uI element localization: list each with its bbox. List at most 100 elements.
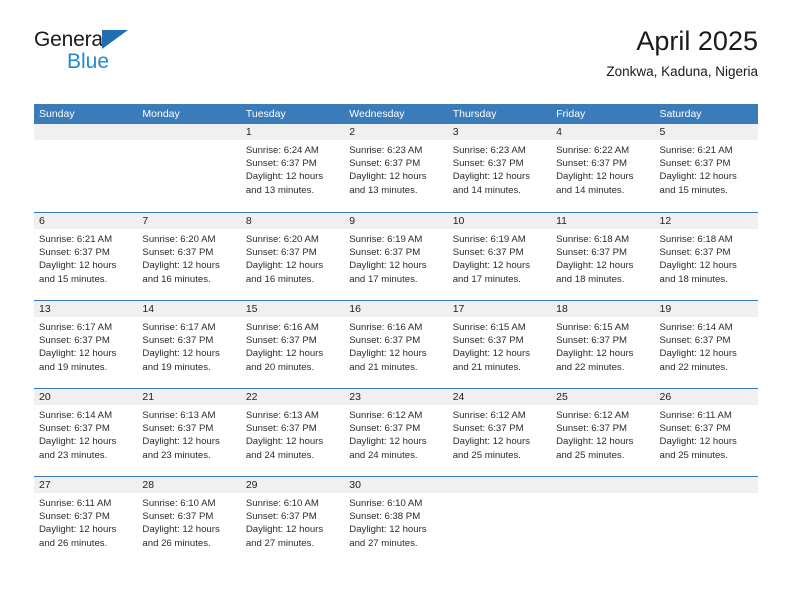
- day-cell[interactable]: 15 Sunrise: 6:16 AM Sunset: 6:37 PM Dayl…: [240, 301, 345, 388]
- weekday-header-friday: Friday: [556, 108, 586, 120]
- day-cell[interactable]: 11 Sunrise: 6:18 AM Sunset: 6:37 PM Dayl…: [551, 213, 655, 300]
- day-cell[interactable]: 3 Sunrise: 6:23 AM Sunset: 6:37 PM Dayli…: [447, 124, 552, 212]
- day-cell[interactable]: 21 Sunrise: 6:13 AM Sunset: 6:37 PM Dayl…: [137, 389, 241, 476]
- day-cell[interactable]: 30 Sunrise: 6:10 AM Sunset: 6:38 PM Dayl…: [344, 477, 448, 564]
- daylight-text-line1: Daylight: 12 hours: [659, 436, 737, 448]
- day-cell[interactable]: 26 Sunrise: 6:11 AM Sunset: 6:37 PM Dayl…: [654, 389, 758, 476]
- day-number: 6: [39, 215, 45, 227]
- day-cell[interactable]: [654, 477, 758, 564]
- day-details: Sunrise: 6:15 AM Sunset: 6:37 PM Dayligh…: [551, 317, 654, 374]
- day-details: Sunrise: 6:11 AM Sunset: 6:37 PM Dayligh…: [34, 493, 137, 550]
- day-details: Sunrise: 6:10 AM Sunset: 6:37 PM Dayligh…: [241, 493, 344, 550]
- day-cell[interactable]: 19 Sunrise: 6:14 AM Sunset: 6:37 PM Dayl…: [654, 301, 758, 388]
- sunrise-text: Sunrise: 6:21 AM: [39, 234, 113, 245]
- daylight-text-line2: and 25 minutes.: [556, 449, 625, 461]
- day-cell[interactable]: 28 Sunrise: 6:10 AM Sunset: 6:37 PM Dayl…: [137, 477, 241, 564]
- day-details: Sunrise: 6:18 AM Sunset: 6:37 PM Dayligh…: [655, 229, 758, 286]
- day-cell[interactable]: 5 Sunrise: 6:21 AM Sunset: 6:37 PM Dayli…: [654, 124, 758, 212]
- day-cell[interactable]: 4 Sunrise: 6:22 AM Sunset: 6:37 PM Dayli…: [551, 124, 655, 212]
- blue-triangle-icon: [102, 30, 128, 49]
- day-cell[interactable]: 22 Sunrise: 6:13 AM Sunset: 6:37 PM Dayl…: [240, 389, 345, 476]
- day-number: 16: [349, 303, 361, 315]
- sunset-text: Sunset: 6:37 PM: [39, 511, 110, 523]
- day-cell[interactable]: 18 Sunrise: 6:15 AM Sunset: 6:37 PM Dayl…: [551, 301, 655, 388]
- day-cell[interactable]: [34, 124, 138, 212]
- day-cell[interactable]: 24 Sunrise: 6:12 AM Sunset: 6:37 PM Dayl…: [447, 389, 552, 476]
- sunset-text: Sunset: 6:37 PM: [39, 247, 110, 259]
- page-title: April 2025: [636, 26, 758, 56]
- brand-text-blue: Blue: [67, 50, 110, 73]
- day-cell[interactable]: 25 Sunrise: 6:12 AM Sunset: 6:37 PM Dayl…: [551, 389, 655, 476]
- day-number: 19: [659, 303, 672, 315]
- day-details: Sunrise: 6:10 AM Sunset: 6:38 PM Dayligh…: [344, 493, 447, 550]
- daylight-text-line2: and 17 minutes.: [349, 273, 418, 285]
- weekday-header-thursday: Thursday: [452, 108, 497, 120]
- day-cell[interactable]: 2 Sunrise: 6:23 AM Sunset: 6:37 PM Dayli…: [344, 124, 448, 212]
- daylight-text-line2: and 23 minutes.: [142, 449, 211, 461]
- day-cell[interactable]: 23 Sunrise: 6:12 AM Sunset: 6:37 PM Dayl…: [344, 389, 448, 476]
- day-details: Sunrise: 6:17 AM Sunset: 6:37 PM Dayligh…: [137, 317, 240, 374]
- calendar-page: General Blue April 2025 Zonkwa, Kaduna, …: [0, 0, 792, 612]
- day-cell[interactable]: 9 Sunrise: 6:19 AM Sunset: 6:37 PM Dayli…: [344, 213, 448, 300]
- daylight-text-line2: and 23 minutes.: [39, 449, 108, 461]
- day-cell[interactable]: 13 Sunrise: 6:17 AM Sunset: 6:37 PM Dayl…: [34, 301, 138, 388]
- sunset-text: Sunset: 6:37 PM: [452, 158, 524, 170]
- day-details: Sunrise: 6:12 AM Sunset: 6:37 PM Dayligh…: [551, 405, 654, 462]
- daylight-text-line2: and 27 minutes.: [245, 537, 315, 549]
- sunset-text: Sunset: 6:37 PM: [349, 335, 421, 347]
- day-number: 10: [452, 215, 465, 227]
- sunset-text: Sunset: 6:37 PM: [659, 423, 731, 435]
- day-cell[interactable]: [551, 477, 655, 564]
- day-number: 27: [39, 479, 51, 491]
- daylight-text-line1: Daylight: 12 hours: [556, 348, 634, 360]
- sunset-text: Sunset: 6:37 PM: [245, 335, 317, 347]
- day-number: 22: [245, 391, 258, 403]
- daylight-text-line1: Daylight: 12 hours: [452, 436, 531, 448]
- day-number: 17: [452, 303, 465, 315]
- sunset-text: Sunset: 6:37 PM: [245, 158, 317, 170]
- day-cell[interactable]: 7 Sunrise: 6:20 AM Sunset: 6:37 PM Dayli…: [137, 213, 241, 300]
- daylight-text-line1: Daylight: 12 hours: [39, 260, 117, 272]
- day-details: Sunrise: 6:22 AM Sunset: 6:37 PM Dayligh…: [551, 140, 654, 197]
- day-cell[interactable]: 20 Sunrise: 6:14 AM Sunset: 6:37 PM Dayl…: [34, 389, 138, 476]
- day-number: 26: [659, 391, 672, 403]
- day-cell[interactable]: 16 Sunrise: 6:16 AM Sunset: 6:37 PM Dayl…: [344, 301, 448, 388]
- daylight-text-line2: and 18 minutes.: [659, 273, 728, 285]
- weekday-header-monday: Monday: [142, 108, 180, 120]
- daylight-text-line2: and 22 minutes.: [659, 361, 728, 373]
- day-number: 20: [39, 391, 51, 403]
- daylight-text-line2: and 18 minutes.: [556, 273, 625, 285]
- daylight-text-line2: and 16 minutes.: [245, 273, 315, 285]
- day-number: 8: [245, 215, 252, 227]
- day-cell[interactable]: 17 Sunrise: 6:15 AM Sunset: 6:37 PM Dayl…: [447, 301, 552, 388]
- daylight-text-line2: and 15 minutes.: [39, 273, 108, 285]
- day-cell[interactable]: 6 Sunrise: 6:21 AM Sunset: 6:37 PM Dayli…: [34, 213, 138, 300]
- weekday-header-saturday: Saturday: [659, 108, 702, 120]
- sunset-text: Sunset: 6:37 PM: [245, 247, 317, 259]
- day-cell[interactable]: 10 Sunrise: 6:19 AM Sunset: 6:37 PM Dayl…: [447, 213, 552, 300]
- day-details: Sunrise: 6:21 AM Sunset: 6:37 PM Dayligh…: [655, 140, 758, 197]
- day-details: Sunrise: 6:15 AM Sunset: 6:37 PM Dayligh…: [448, 317, 551, 374]
- daylight-text-line2: and 25 minutes.: [659, 449, 728, 461]
- daylight-text-line1: Daylight: 12 hours: [349, 348, 427, 360]
- daylight-text-line2: and 27 minutes.: [349, 537, 418, 549]
- day-cell[interactable]: 29 Sunrise: 6:10 AM Sunset: 6:37 PM Dayl…: [240, 477, 345, 564]
- day-cell[interactable]: 27 Sunrise: 6:11 AM Sunset: 6:37 PM Dayl…: [34, 477, 138, 564]
- day-cell[interactable]: 1 Sunrise: 6:24 AM Sunset: 6:37 PM Dayli…: [240, 124, 345, 212]
- brand-text-general: General: [34, 28, 108, 51]
- daylight-text-line1: Daylight: 12 hours: [245, 171, 324, 183]
- daylight-text-line1: Daylight: 12 hours: [142, 260, 220, 272]
- day-details: Sunrise: 6:18 AM Sunset: 6:37 PM Dayligh…: [551, 229, 654, 286]
- daylight-text-line1: Daylight: 12 hours: [245, 524, 324, 536]
- week-row: 6 Sunrise: 6:21 AM Sunset: 6:37 PM Dayli…: [34, 212, 758, 300]
- day-cell[interactable]: 8 Sunrise: 6:20 AM Sunset: 6:37 PM Dayli…: [240, 213, 345, 300]
- weekday-header-wednesday: Wednesday: [349, 108, 405, 120]
- daylight-text-line1: Daylight: 12 hours: [142, 436, 220, 448]
- brand-logo[interactable]: General Blue: [34, 28, 294, 73]
- week-row: 27 Sunrise: 6:11 AM Sunset: 6:37 PM Dayl…: [34, 476, 758, 564]
- day-cell[interactable]: [137, 124, 241, 212]
- day-cell[interactable]: 14 Sunrise: 6:17 AM Sunset: 6:37 PM Dayl…: [137, 301, 241, 388]
- day-number: 3: [452, 126, 459, 138]
- day-cell[interactable]: 12 Sunrise: 6:18 AM Sunset: 6:37 PM Dayl…: [654, 213, 758, 300]
- day-cell[interactable]: [447, 477, 552, 564]
